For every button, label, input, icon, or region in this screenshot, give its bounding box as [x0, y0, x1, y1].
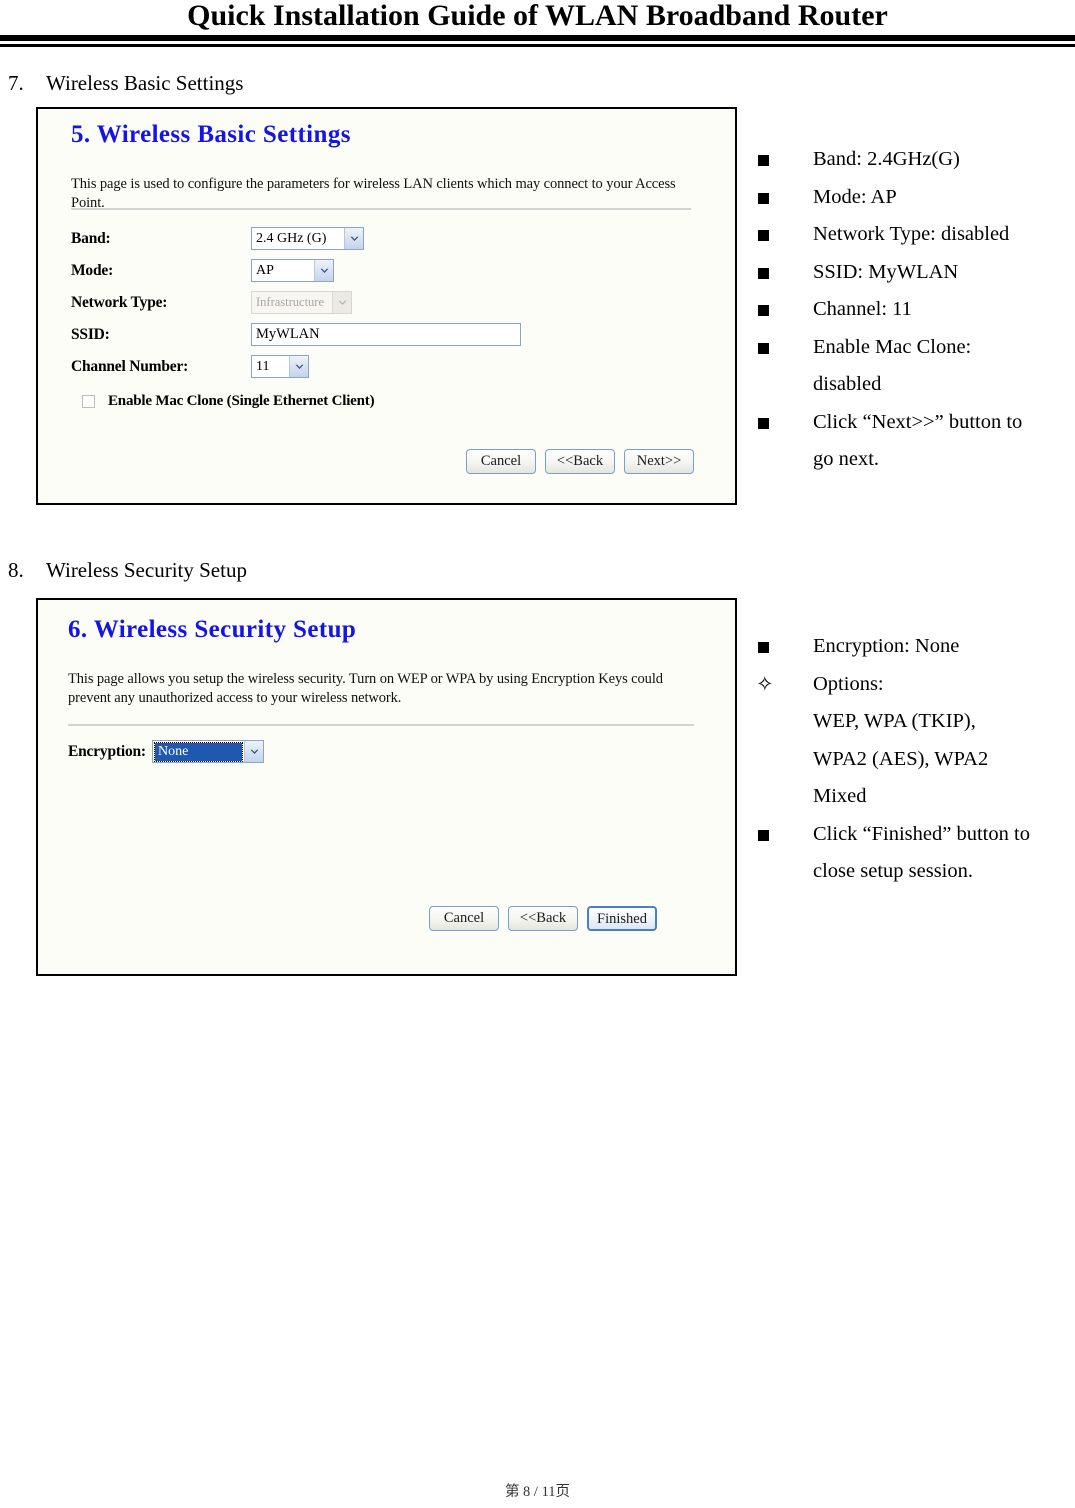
- note-text: Mode: AP: [813, 185, 897, 208]
- note-text: Encryption: None: [813, 635, 960, 657]
- panel-divider-1: [71, 208, 691, 210]
- select-mode-value: AP: [256, 262, 274, 278]
- label-band: Band:: [71, 229, 111, 247]
- list-item: Mode: AP: [758, 179, 1070, 217]
- select-band[interactable]: 2.4 GHz (G): [251, 227, 364, 250]
- note-continuation: close setup session.: [813, 860, 973, 882]
- select-band-value: 2.4 GHz (G): [256, 230, 327, 246]
- note-text: Click “Next>>” button to: [813, 410, 1023, 433]
- section-title-7: Wireless Basic Settings: [46, 71, 244, 95]
- form-row-channel-number: Channel Number: 11: [71, 355, 711, 378]
- next-button[interactable]: Next>>: [624, 449, 694, 474]
- select-network-type-value: Infrastructure: [256, 295, 325, 309]
- header-rule-thin: [0, 44, 1075, 47]
- back-button[interactable]: <<Back: [545, 449, 615, 474]
- note-continuation: WPA2 (AES), WPA2: [813, 747, 989, 770]
- list-item: Channel: 11: [758, 291, 1070, 329]
- note-text: Enable Mac Clone:: [813, 335, 972, 358]
- note-continuation: go next.: [813, 448, 880, 470]
- note-continuation: WEP, WPA (TKIP),: [813, 710, 976, 732]
- chevron-down-icon: [244, 741, 263, 762]
- label-channel-number: Channel Number:: [71, 357, 189, 375]
- page-number-label: 第 8 / 11页: [504, 1484, 571, 1500]
- panel-title-wireless-security-setup: 6. Wireless Security Setup: [68, 616, 357, 643]
- section-heading-8: 8. Wireless Security Setup: [8, 558, 247, 582]
- note-text: Click “Finished” button to: [813, 822, 1030, 845]
- list-item: Band: 2.4GHz(G): [758, 141, 1070, 179]
- note-text: Options:: [813, 672, 884, 695]
- select-encryption-value: None: [154, 741, 243, 762]
- panel-divider-2: [68, 724, 694, 726]
- checkbox-label-enable-mac-clone: Enable Mac Clone (Single Ethernet Client…: [108, 393, 375, 409]
- label-mode: Mode:: [71, 261, 114, 279]
- screenshot-panel-wireless-basic-settings: 5. Wireless Basic Settings This page is …: [36, 107, 737, 505]
- list-item: SSID: MyWLAN: [758, 254, 1070, 292]
- form-row-network-type: Network Type: Infrastructure: [71, 291, 711, 314]
- document-header: Quick Installation Guide of WLAN Broadba…: [0, 0, 1075, 47]
- form-row-band: Band: 2.4 GHz (G): [71, 227, 711, 250]
- screenshot-panel-wireless-security-setup: 6. Wireless Security Setup This page all…: [36, 598, 737, 976]
- list-item: Click “Finished” button to: [758, 816, 1073, 854]
- chevron-down-icon: [314, 260, 333, 281]
- section-number-8: 8.: [8, 558, 24, 582]
- list-item: Options:: [756, 666, 1073, 704]
- list-item: Enable Mac Clone:: [758, 329, 1070, 367]
- note-text: SSID: MyWLAN: [813, 260, 959, 283]
- label-encryption: Encryption:: [68, 742, 146, 760]
- list-item: Encryption: None: [758, 628, 1073, 666]
- panel-description-wireless-security-setup: This page allows you setup the wireless …: [68, 671, 663, 706]
- section-number-7: 7.: [8, 71, 24, 95]
- checkbox-row-enable-mac-clone[interactable]: Enable Mac Clone (Single Ethernet Client…: [82, 393, 375, 410]
- select-mode[interactable]: AP: [251, 259, 334, 282]
- note-text: Network Type: disabled: [813, 223, 1010, 245]
- page-footer: 第 8 / 11页: [0, 1480, 1075, 1501]
- back-button[interactable]: <<Back: [508, 906, 578, 931]
- finished-button[interactable]: Finished: [587, 906, 657, 931]
- section-title-8: Wireless Security Setup: [46, 558, 247, 582]
- note-continuation: disabled: [813, 373, 882, 395]
- select-channel-number-value: 11: [256, 358, 270, 374]
- select-network-type: Infrastructure: [251, 291, 352, 314]
- cancel-button[interactable]: Cancel: [429, 906, 499, 931]
- panel-title-wireless-basic-settings: 5. Wireless Basic Settings: [71, 121, 351, 148]
- select-encryption[interactable]: None: [152, 740, 264, 763]
- button-row-basic-settings: Cancel <<Back Next>>: [466, 449, 694, 474]
- page-title: Quick Installation Guide of WLAN Broadba…: [187, 0, 888, 32]
- list-item: Network Type: disabled: [758, 216, 1070, 254]
- note-text: Band: 2.4GHz(G): [813, 148, 960, 170]
- label-network-type: Network Type:: [71, 293, 168, 311]
- input-ssid[interactable]: MyWLAN: [251, 323, 521, 346]
- chevron-down-icon: [289, 356, 308, 377]
- form-row-ssid: SSID: MyWLAN: [71, 323, 711, 346]
- select-channel-number[interactable]: 11: [251, 355, 309, 378]
- section-heading-7: 7. Wireless Basic Settings: [8, 71, 243, 95]
- cancel-button[interactable]: Cancel: [466, 449, 536, 474]
- chevron-down-icon: [344, 228, 363, 249]
- form-row-mode: Mode: AP: [71, 259, 711, 282]
- note-continuation: Mixed: [813, 785, 867, 807]
- chevron-down-icon: [332, 292, 351, 313]
- button-row-security-setup: Cancel <<Back Finished: [429, 906, 657, 931]
- notes-list-basic-settings: Band: 2.4GHz(G) Mode: AP Network Type: d…: [758, 141, 1070, 479]
- note-text: Channel: 11: [813, 298, 912, 320]
- checkbox-enable-mac-clone[interactable]: [82, 395, 95, 408]
- label-ssid: SSID:: [71, 325, 110, 343]
- notes-list-security-setup: Encryption: None Options: WEP, WPA (TKIP…: [756, 628, 1073, 891]
- form-row-encryption: Encryption: None: [68, 740, 708, 763]
- list-item: Click “Next>>” button to: [758, 404, 1070, 442]
